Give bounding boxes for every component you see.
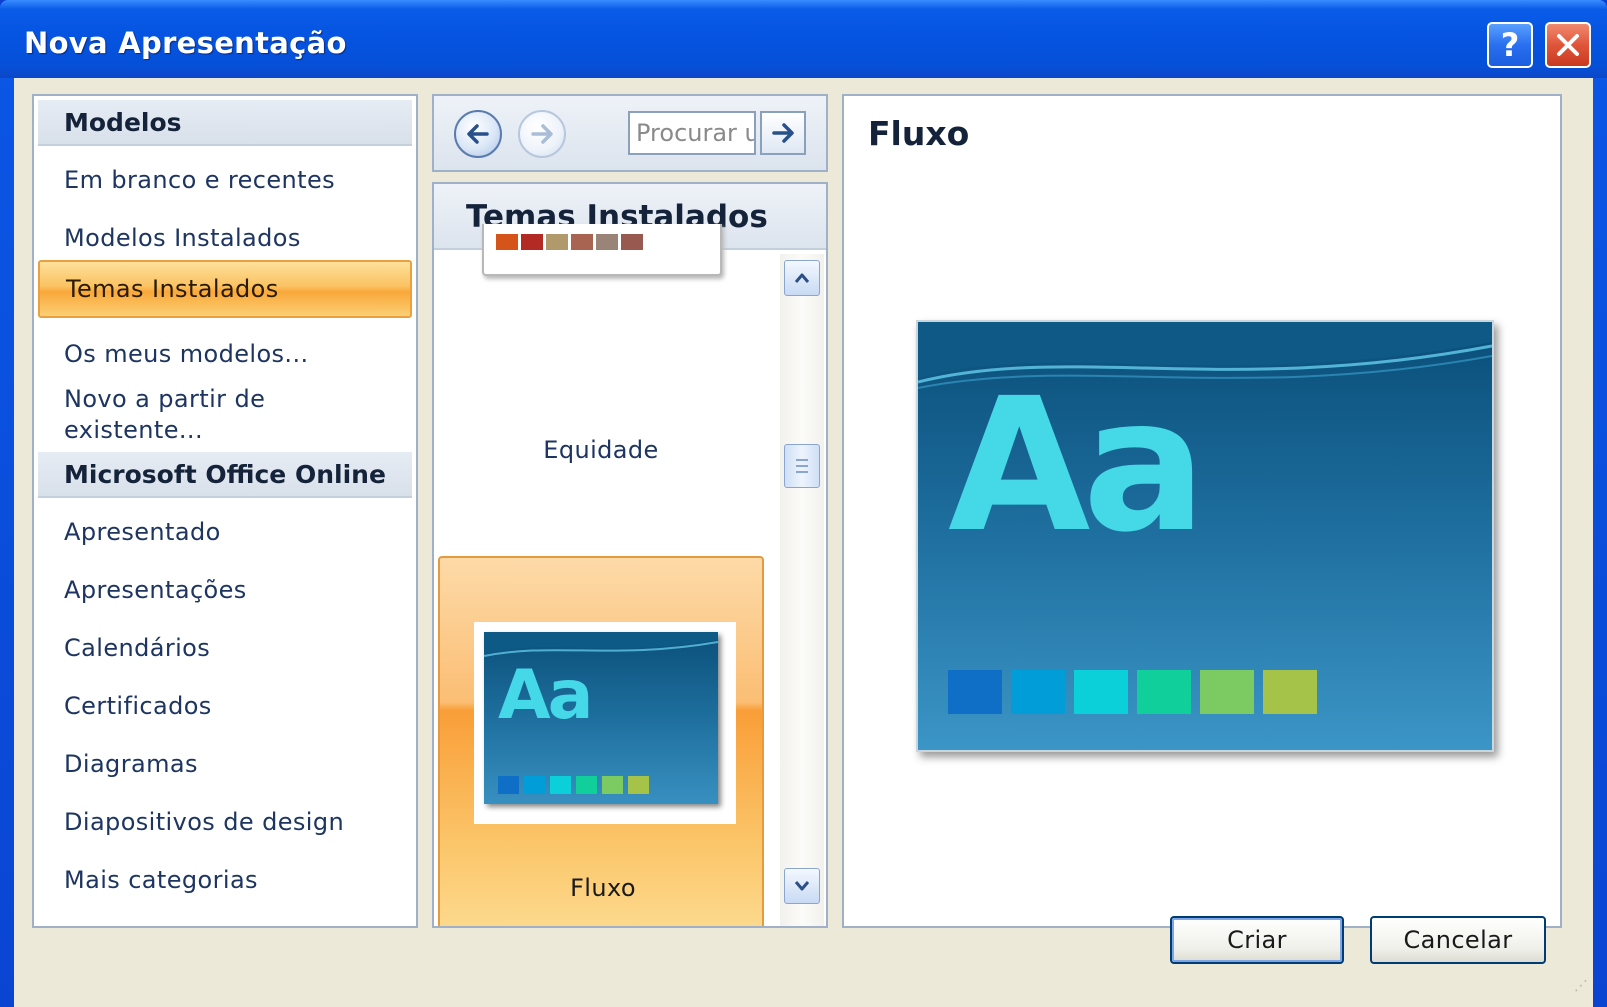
- sidebar-item-installed-themes[interactable]: Temas Instalados: [38, 260, 412, 318]
- preview-swatch-4: [1137, 670, 1191, 714]
- search-input[interactable]: Procurar u: [628, 111, 756, 155]
- dialog-body: Modelos Em branco e recentes Modelos Ins…: [14, 78, 1593, 1007]
- sidebar-header-office-online: Microsoft Office Online: [38, 452, 412, 498]
- equidade-swatch-4: [571, 234, 593, 250]
- create-button[interactable]: Criar: [1170, 916, 1344, 964]
- preview-title: Fluxo: [868, 114, 970, 153]
- back-button[interactable]: [454, 110, 502, 158]
- help-button[interactable]: ?: [1487, 22, 1533, 68]
- preview-swatch-2: [1011, 670, 1065, 714]
- title-bar: Nova Apresentação ?: [0, 0, 1607, 78]
- preview-swatch-6: [1263, 670, 1317, 714]
- close-button[interactable]: [1545, 22, 1591, 68]
- navigation-bar: Procurar u: [432, 94, 828, 172]
- fluxo-mini-slide: Aa: [484, 632, 718, 804]
- scroll-down-button[interactable]: [784, 868, 820, 904]
- preview-sample-text: Aa: [948, 359, 1207, 573]
- theme-label-fluxo: Fluxo: [570, 874, 636, 902]
- chevron-up-icon: [794, 273, 810, 283]
- resize-grip-icon[interactable]: ⋰: [1574, 978, 1588, 994]
- sidebar-item-more-categories[interactable]: Mais categorias: [38, 860, 412, 900]
- sidebar-header-modelos: Modelos: [38, 100, 412, 146]
- equidade-swatch-1: [496, 234, 518, 250]
- fluxo-mini-swatch-2: [524, 776, 545, 794]
- mini-sample-text: Aa: [498, 656, 594, 735]
- new-presentation-dialog: Nova Apresentação ? Modelos Em branco e …: [0, 0, 1607, 1007]
- search-go-button[interactable]: [760, 111, 806, 155]
- sidebar-item-calendars[interactable]: Calendários: [38, 628, 412, 668]
- fluxo-mini-swatch-1: [498, 776, 519, 794]
- preview-swatch-1: [948, 670, 1002, 714]
- sidebar-item-blank-recent[interactable]: Em branco e recentes: [38, 160, 412, 200]
- theme-thumbnail-equidade[interactable]: [482, 224, 722, 276]
- sidebar-item-my-templates[interactable]: Os meus modelos...: [38, 334, 412, 374]
- chevron-down-icon: [794, 881, 810, 891]
- fluxo-mini-swatch-3: [550, 776, 571, 794]
- dialog-title: Nova Apresentação: [24, 26, 347, 60]
- sidebar-item-diagrams[interactable]: Diagramas: [38, 744, 412, 784]
- theme-label-equidade[interactable]: Equidade: [436, 436, 766, 464]
- sidebar-item-installed-templates[interactable]: Modelos Instalados: [38, 218, 412, 258]
- scroll-thumb[interactable]: [784, 444, 820, 488]
- themes-scrollbar[interactable]: [780, 254, 824, 926]
- sidebar-item-design-slides[interactable]: Diapositivos de design: [38, 802, 412, 842]
- preview-swatch-3: [1074, 670, 1128, 714]
- theme-thumbnail-fluxo: Aa: [474, 622, 736, 824]
- theme-preview-pane: Fluxo Aa: [842, 94, 1562, 928]
- equidade-swatch-6: [621, 234, 643, 250]
- arrow-right-icon: [531, 124, 553, 144]
- preview-slide: Aa: [916, 320, 1494, 752]
- forward-button[interactable]: [518, 110, 566, 158]
- equidade-swatch-3: [546, 234, 568, 250]
- themes-gallery: Temas Instalados Equidade Aa Fluxo: [432, 182, 828, 928]
- fluxo-mini-swatch-4: [576, 776, 597, 794]
- sidebar-item-featured[interactable]: Apresentado: [38, 512, 412, 552]
- close-icon: [1557, 34, 1579, 56]
- sidebar-item-presentations[interactable]: Apresentações: [38, 570, 412, 610]
- arrow-left-icon: [467, 124, 489, 144]
- equidade-swatch-2: [521, 234, 543, 250]
- category-sidebar: Modelos Em branco e recentes Modelos Ins…: [32, 94, 418, 928]
- equidade-swatch-5: [596, 234, 618, 250]
- fluxo-mini-swatch-6: [628, 776, 649, 794]
- sidebar-item-certificates[interactable]: Certificados: [38, 686, 412, 726]
- cancel-button[interactable]: Cancelar: [1370, 916, 1546, 964]
- fluxo-mini-swatch-5: [602, 776, 623, 794]
- theme-item-fluxo[interactable]: Aa Fluxo: [438, 556, 764, 926]
- sidebar-item-new-from-existing[interactable]: Novo a partir de existente...: [38, 384, 328, 446]
- scroll-up-button[interactable]: [784, 260, 820, 296]
- preview-swatch-5: [1200, 670, 1254, 714]
- arrow-right-icon: [772, 123, 794, 143]
